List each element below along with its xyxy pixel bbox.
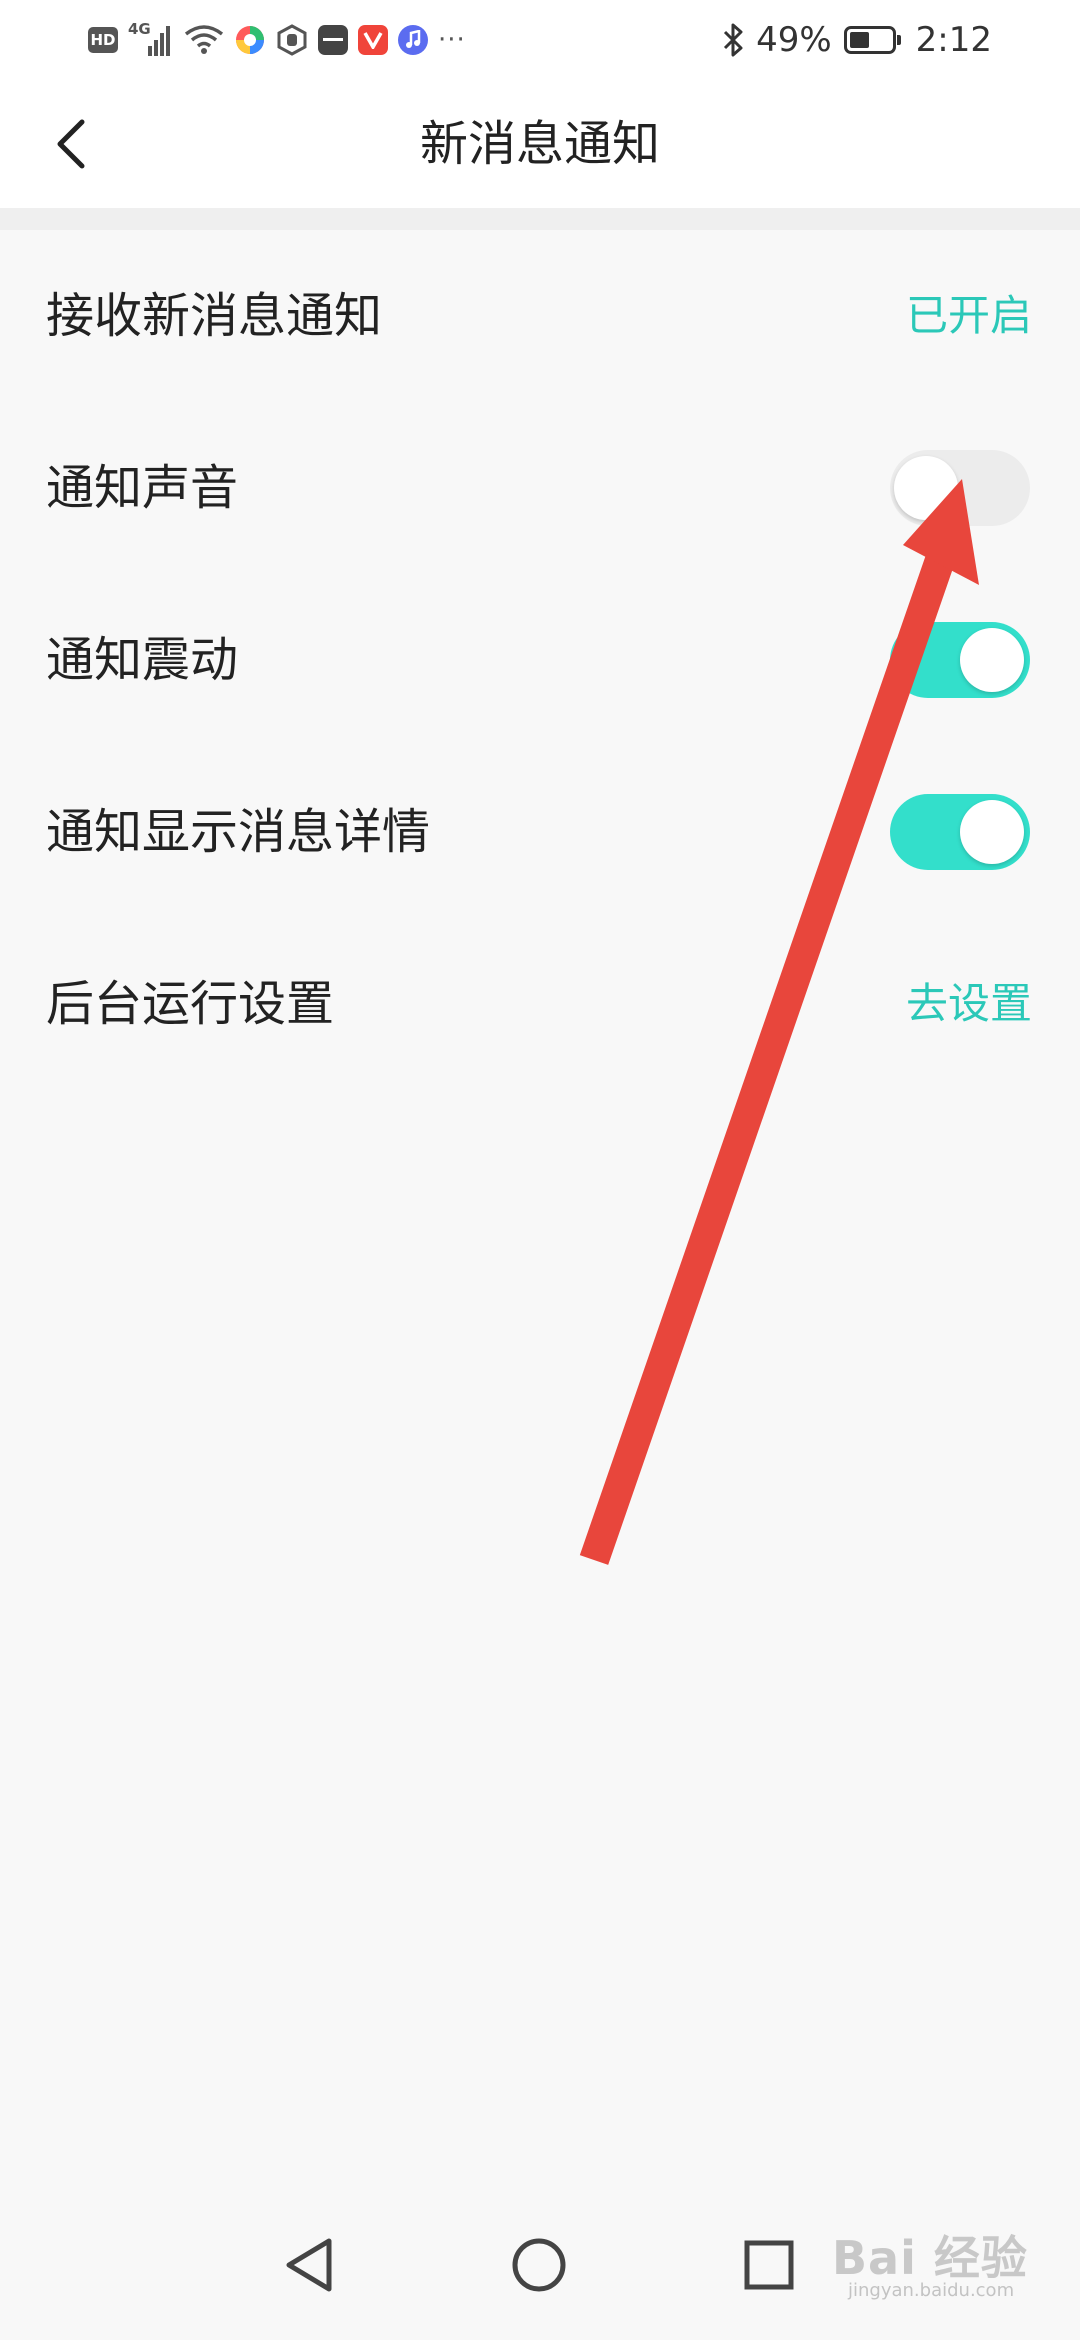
- battery-icon: [843, 26, 901, 54]
- nav-home-button[interactable]: [494, 2220, 584, 2310]
- receive-status[interactable]: 已开启: [906, 230, 1032, 402]
- app-colorful-icon: [234, 24, 266, 56]
- toggle-knob: [960, 800, 1024, 864]
- toggle-knob: [960, 628, 1024, 692]
- sound-toggle[interactable]: [890, 450, 1030, 526]
- page-title: 新消息通知: [419, 116, 660, 172]
- vibrate-toggle[interactable]: [890, 622, 1030, 698]
- home-circle-icon: [512, 2238, 566, 2292]
- video-app-icon: [358, 25, 388, 55]
- title-bar: 新消息通知: [0, 80, 1080, 208]
- setting-notification-vibrate: 通知震动: [0, 574, 1080, 746]
- section-divider: [0, 208, 1080, 230]
- settings-list: 接收新消息通知 已开启 通知声音 通知震动 通知显示消息详情 后台运行设置 去设…: [0, 230, 1080, 1090]
- wifi-icon: [184, 24, 224, 56]
- clock-time: 2:12: [915, 20, 992, 60]
- details-toggle[interactable]: [890, 794, 1030, 870]
- setting-background-run[interactable]: 后台运行设置 去设置: [0, 918, 1080, 1090]
- bluetooth-icon: [722, 22, 744, 58]
- battery-fill: [849, 32, 870, 48]
- baidu-watermark: Bai 经验 jingyan.baidu.com: [826, 2218, 1046, 2308]
- setting-label: 接收新消息通知: [46, 288, 383, 344]
- status-bar: HD 4G ··· 49% 2:12: [0, 0, 1080, 80]
- more-notifications-icon: ···: [438, 25, 466, 55]
- app-shield-icon: [276, 24, 308, 56]
- battery-percent: 49%: [756, 20, 832, 60]
- nav-back-button[interactable]: [264, 2220, 354, 2310]
- setting-notification-sound: 通知声音: [0, 402, 1080, 574]
- screen: HD 4G ··· 49% 2:12 新消息通知 接收新消息通知 已开启 通知声…: [0, 0, 1080, 2340]
- status-left-icons: HD 4G ···: [88, 18, 466, 62]
- setting-receive-notifications[interactable]: 接收新消息通知 已开启: [0, 230, 1080, 402]
- setting-label: 通知震动: [46, 632, 239, 688]
- setting-label: 后台运行设置: [46, 976, 335, 1032]
- go-settings-link[interactable]: 去设置: [906, 918, 1032, 1090]
- setting-label: 通知声音: [46, 460, 239, 516]
- recents-square-icon: [744, 2240, 794, 2290]
- back-triangle-icon: [286, 2238, 332, 2292]
- setting-label: 通知显示消息详情: [46, 804, 431, 860]
- watermark-url: jingyan.baidu.com: [848, 2280, 1015, 2301]
- hd-icon: HD: [88, 27, 118, 53]
- music-app-icon: [398, 25, 428, 55]
- signal-icon: 4G: [128, 22, 174, 58]
- huawei-app-icon: [318, 25, 348, 55]
- toggle-knob: [894, 456, 958, 520]
- watermark-text: Bai 经验: [832, 2231, 1028, 2285]
- setting-show-message-details: 通知显示消息详情: [0, 746, 1080, 918]
- nav-recents-button[interactable]: [724, 2220, 814, 2310]
- status-right-icons: 49% 2:12: [722, 18, 992, 62]
